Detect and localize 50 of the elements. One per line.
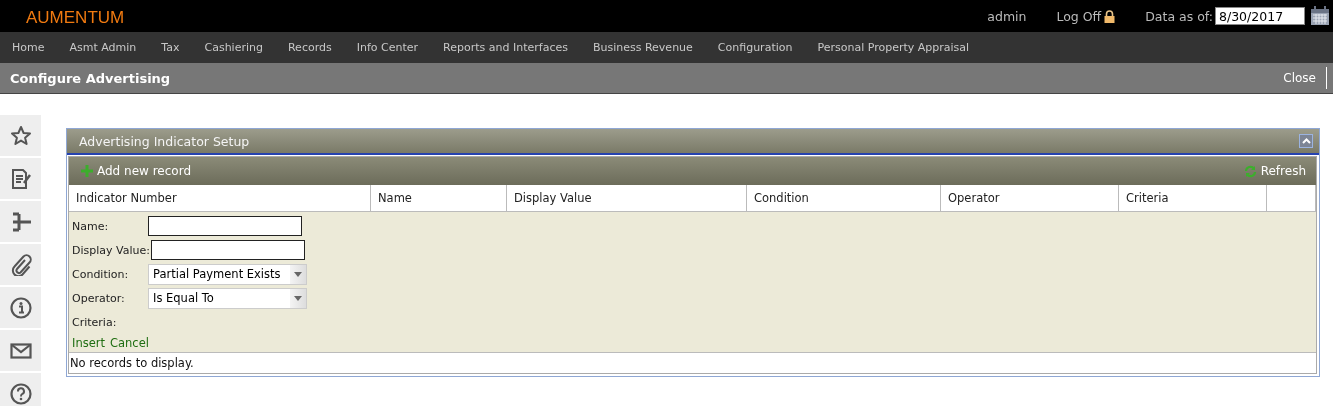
action-link[interactable]: Cancel xyxy=(110,335,149,350)
text-field[interactable] xyxy=(148,216,302,236)
field-label: Operator: xyxy=(72,291,126,305)
column-header[interactable]: Indicator Number xyxy=(69,185,371,211)
field-label: Name: xyxy=(72,219,110,233)
date-label: Data as of: xyxy=(1145,8,1213,24)
help-icon[interactable] xyxy=(9,382,32,405)
field-label: Condition: xyxy=(72,267,130,281)
star-icon[interactable] xyxy=(9,124,32,147)
dropdown[interactable]: Is Equal To xyxy=(148,287,307,309)
dropdown[interactable]: Partial Payment Exists xyxy=(148,263,307,285)
field-label: Criteria: xyxy=(72,315,118,329)
caret-icon xyxy=(294,295,302,301)
column-header[interactable]: Condition xyxy=(747,185,941,211)
column-header[interactable]: Operator xyxy=(941,185,1119,211)
nav-menu-item[interactable]: Asmt Admin xyxy=(69,41,137,54)
plus-icon xyxy=(81,165,93,177)
info-icon[interactable] xyxy=(9,296,32,319)
page-title: Configure Advertising xyxy=(10,70,171,86)
logo: AUMENTUM xyxy=(26,8,125,28)
nav-menu-item[interactable]: Info Center xyxy=(356,41,419,54)
nav-menu-item[interactable]: Records xyxy=(287,41,332,54)
nav-menu-item[interactable]: Business Revenue xyxy=(592,41,693,54)
add-record-link[interactable]: Add new record xyxy=(81,164,191,178)
calendar-icon[interactable] xyxy=(1310,6,1330,26)
chevron-up-icon xyxy=(1301,138,1311,144)
lock-icon xyxy=(1104,9,1116,23)
nav-menu-item[interactable]: Home xyxy=(12,41,45,54)
document-edit-icon[interactable] xyxy=(9,167,32,190)
refresh-icon xyxy=(1243,164,1257,178)
column-header[interactable]: Name xyxy=(371,185,507,211)
refresh-link[interactable]: Refresh xyxy=(1243,164,1306,178)
paperclip-icon[interactable] xyxy=(9,253,32,276)
nav-menu-item[interactable]: Configuration xyxy=(717,41,793,54)
column-header[interactable]: Display Value xyxy=(507,185,747,211)
field-label: Display Value: xyxy=(72,243,151,257)
close-link[interactable]: Close xyxy=(1283,67,1327,89)
nav-menu-item[interactable]: Reports and Interfaces xyxy=(443,41,568,54)
column-header[interactable]: Criteria xyxy=(1119,185,1267,211)
date-field[interactable]: 8/30/2017 xyxy=(1215,7,1305,25)
action-link[interactable]: Insert xyxy=(72,335,105,350)
nav-menu-item[interactable]: Cashiering xyxy=(204,41,263,54)
collapse-button[interactable] xyxy=(1299,134,1313,148)
text-field[interactable] xyxy=(150,240,305,260)
panel-title: Advertising Indicator Setup xyxy=(79,133,250,149)
user-name[interactable]: admin xyxy=(987,8,1027,24)
nav-menu-item[interactable]: Personal Property Appraisal xyxy=(817,41,970,54)
caret-icon xyxy=(294,271,302,277)
logoff-link[interactable]: Log Off xyxy=(1056,8,1116,24)
nav-menu-item[interactable]: Tax xyxy=(161,41,180,54)
